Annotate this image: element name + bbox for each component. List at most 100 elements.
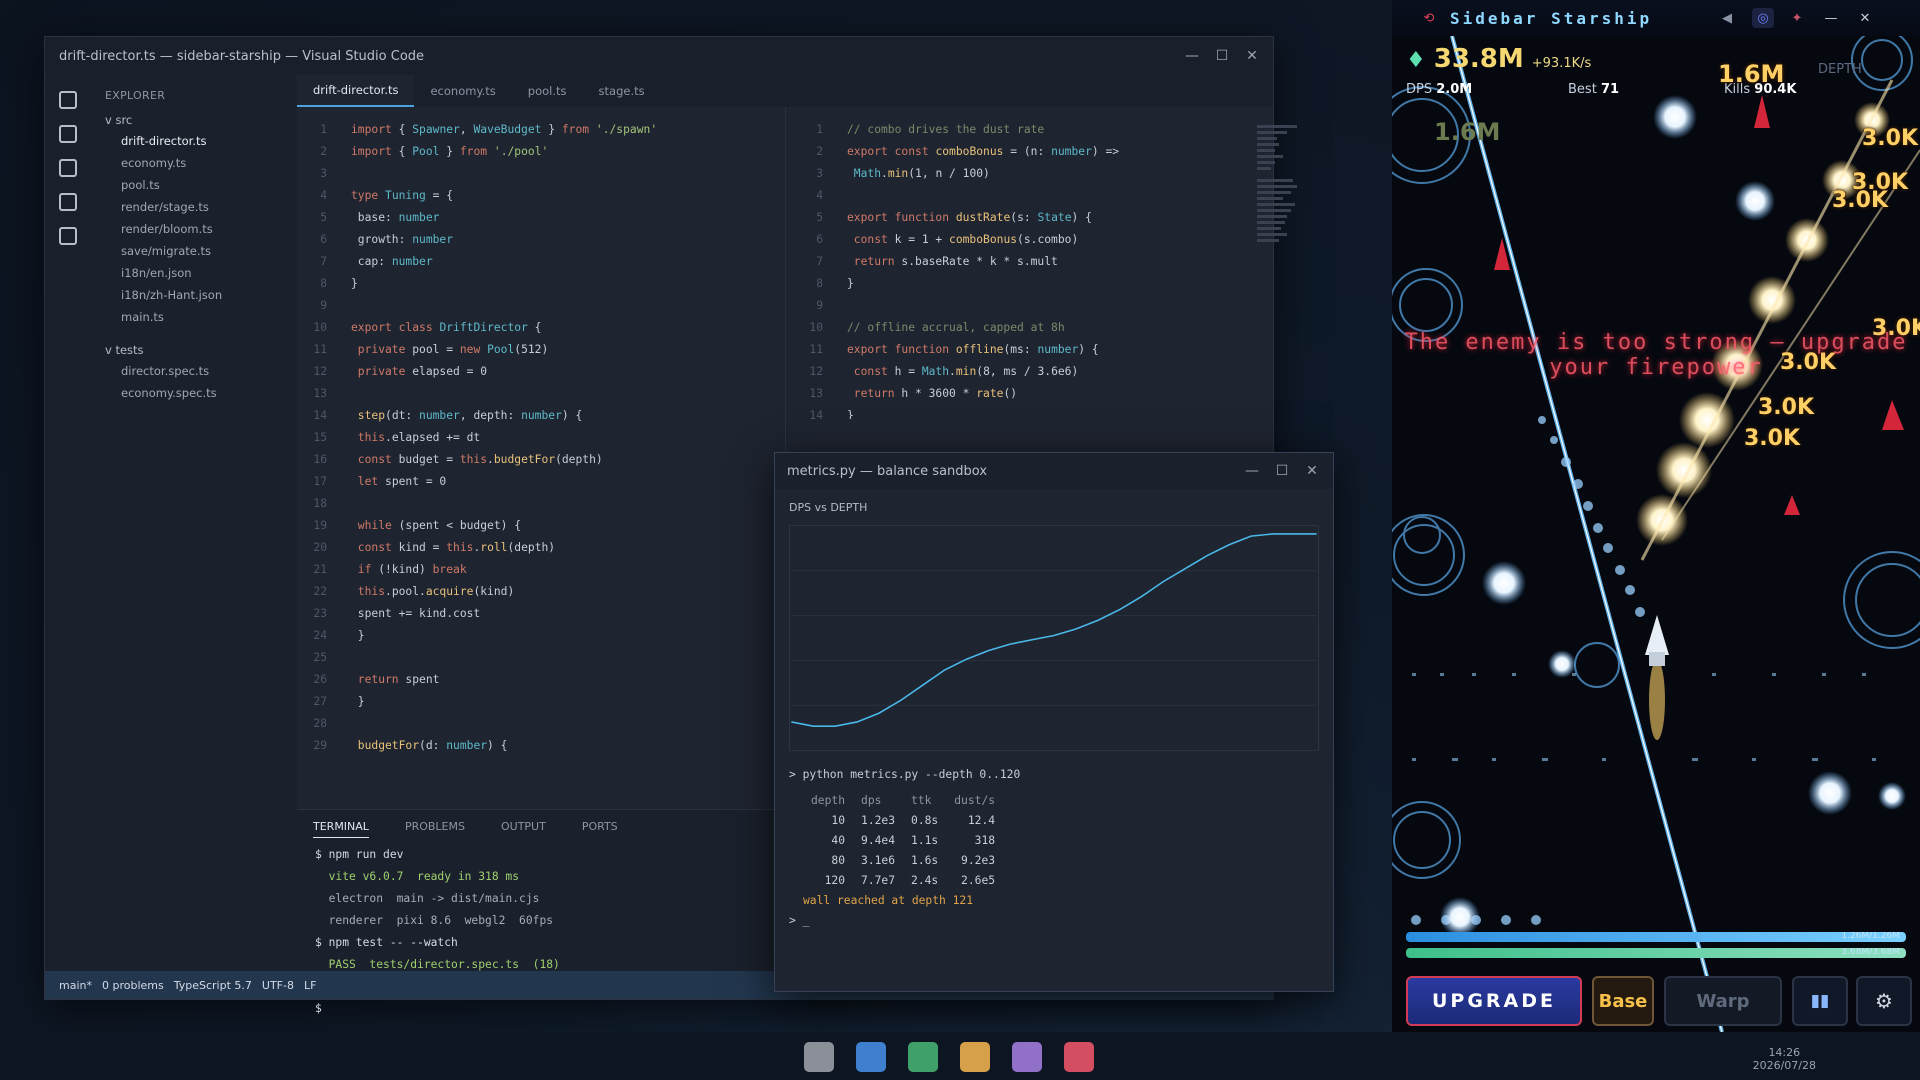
game-topbar: ⟲ Sidebar Starship ◀ ◎ ✦ — ✕ [1392,0,1920,36]
problems-status[interactable]: 0 problems [102,979,164,992]
table-row: 10 1.2e3 0.8s 12.4 [803,811,1003,831]
minimize-icon[interactable]: — [1181,45,1203,67]
metrics-title: metrics.py — balance sandbox [787,463,988,479]
editor-tab[interactable]: stage.ts [583,75,661,107]
upgrade-button[interactable]: UPGRADE [1406,976,1582,1026]
explorer-icon[interactable] [59,91,77,109]
xp-bar: 3.68M/3.68M [1406,948,1906,958]
panel-tab[interactable]: PROBLEMS [405,820,465,838]
mute-icon[interactable]: ◀ [1716,8,1738,28]
table-cell: 0.8s [911,814,939,827]
branch-status[interactable]: main* [59,979,92,992]
vscode-titlebar[interactable]: drift-director.ts — sidebar-starship — V… [45,37,1273,75]
table-cell: 9.4e4 [861,834,896,847]
clock[interactable]: 14:26 2026/07/28 [1753,1046,1816,1072]
metrics-command: > python metrics.py --depth 0..120 [789,768,1021,781]
table-row: 80 3.1e6 1.6s 9.2e3 [803,851,1003,871]
warp-button[interactable]: Warp [1664,976,1782,1026]
folder-src[interactable]: v src [91,110,297,130]
metrics-window[interactable]: metrics.py — balance sandbox — ☐ ✕ DPS v… [774,452,1334,992]
source-control-icon[interactable] [59,159,77,177]
app-blue-icon[interactable] [856,1042,886,1072]
damage-number: 3.0K [1758,395,1815,420]
base-button[interactable]: Base [1592,976,1654,1026]
metrics-terminal[interactable]: > python metrics.py --depth 0..120 depth… [789,765,1020,931]
language-status[interactable]: TypeScript 5.7 [174,979,252,992]
table-row: 40 9.4e4 1.1s 318 [803,831,1003,851]
panel-tab[interactable]: OUTPUT [501,820,546,838]
metrics-prompt[interactable]: > _ [789,911,1020,931]
explorer-file[interactable]: i18n/zh-Hant.json [91,284,297,306]
panel-tab[interactable]: PORTS [582,820,618,838]
close-icon[interactable]: ✕ [1301,460,1323,482]
table-cell: 80 [831,854,846,867]
power-icon[interactable]: ⟲ [1418,8,1440,28]
explorer-header: EXPLORER [105,89,166,102]
minimap[interactable] [1257,125,1309,325]
folder-tests[interactable]: v tests [91,340,297,360]
table-header: depth [811,794,846,807]
close-icon[interactable]: ✕ [1854,8,1876,28]
explorer-file[interactable]: pool.ts [91,174,297,196]
explorer-file[interactable]: economy.ts [91,152,297,174]
code-editor-right[interactable]: 1// combo drives the dust rate 2 export c… [793,119,1193,419]
app-purple-icon[interactable] [1012,1042,1042,1072]
explorer-sidebar: EXPLORER v src drift-director.ts economy.… [91,75,297,971]
depth-label: DEPTH [1818,62,1862,77]
chart-title: DPS vs DEPTH [789,501,868,514]
explorer-file[interactable]: i18n/en.json [91,262,297,284]
minimize-icon[interactable]: — [1241,460,1263,482]
search-icon[interactable] [59,125,77,143]
table-cell: 2.6e5 [961,874,996,887]
app-red-icon[interactable] [1064,1042,1094,1072]
explorer-file[interactable]: economy.spec.ts [91,382,297,404]
panel-tab[interactable]: TERMINAL [313,820,369,838]
maximize-icon[interactable]: ☐ [1271,460,1293,482]
app-orange-icon[interactable] [960,1042,990,1072]
editor-tab[interactable]: pool.ts [512,75,583,107]
explorer-file[interactable]: save/migrate.ts [91,240,297,262]
app-gray-icon[interactable] [804,1042,834,1072]
encoding-status[interactable]: UTF-8 [262,979,294,992]
table-cell: 10 [831,814,846,827]
crystal-icon: ♦ [1406,48,1426,73]
editor-tab[interactable]: economy.ts [414,75,511,107]
terminal-line: $ [315,1002,322,1015]
table-header: ttk [911,794,932,807]
game-buttons: UPGRADE Base Warp ▮▮ ⚙ [1392,972,1920,1032]
metrics-titlebar[interactable]: metrics.py — balance sandbox — ☐ ✕ [775,453,1333,489]
explorer-file[interactable]: main.ts [91,306,297,328]
extensions-icon[interactable] [59,227,77,245]
maximize-icon[interactable]: ☐ [1211,45,1233,67]
game-window[interactable]: ⟲ Sidebar Starship ◀ ◎ ✦ — ✕ ♦ 33.8M +93… [1392,0,1920,1032]
table-cell: 1.2e3 [861,814,896,827]
eol-status[interactable]: LF [304,979,316,992]
table-cell: 318 [974,834,996,847]
explorer-file[interactable]: render/bloom.ts [91,218,297,240]
enemy-rings [1392,29,1920,879]
explorer-file[interactable]: drift-director.ts [91,130,297,152]
minimize-icon[interactable]: — [1820,8,1842,28]
explorer-file[interactable]: render/stage.ts [91,196,297,218]
run-debug-icon[interactable] [59,193,77,211]
gear-icon[interactable]: ⚙ [1856,976,1912,1026]
enemy-warning: The enemy is too strong — upgrade your f… [1392,330,1920,380]
table-cell: 1.1s [911,834,939,847]
table-cell: 2.4s [911,874,939,887]
editor-tab[interactable]: drift-director.ts [297,75,415,107]
portal-icon[interactable]: ◎ [1752,8,1774,28]
damage-number: 1.6M [1434,118,1501,146]
bullet-stream [1411,416,1645,925]
currency-rate: +93.1K/s [1531,56,1592,71]
metrics-table: depth dps ttk dust/s 10 1.2e3 0.8s 12.4 40 9.4e4 1… [803,791,1003,891]
close-icon[interactable]: ✕ [1241,45,1263,67]
code-editor-left[interactable]: 1 import { Spawner, WaveBudget } from './… [297,119,787,787]
metrics-warning: wall reached at depth 121 [803,894,974,907]
stats-chart-icon[interactable]: ▮▮ [1792,976,1848,1026]
currency-amount: 33.8M [1433,44,1524,74]
pin-icon[interactable]: ✦ [1786,8,1808,28]
game-playfield[interactable] [1392,0,1920,1032]
terminal-line: $ npm test -- --watch [315,936,458,949]
explorer-file[interactable]: director.spec.ts [91,360,297,382]
app-green-icon[interactable] [908,1042,938,1072]
